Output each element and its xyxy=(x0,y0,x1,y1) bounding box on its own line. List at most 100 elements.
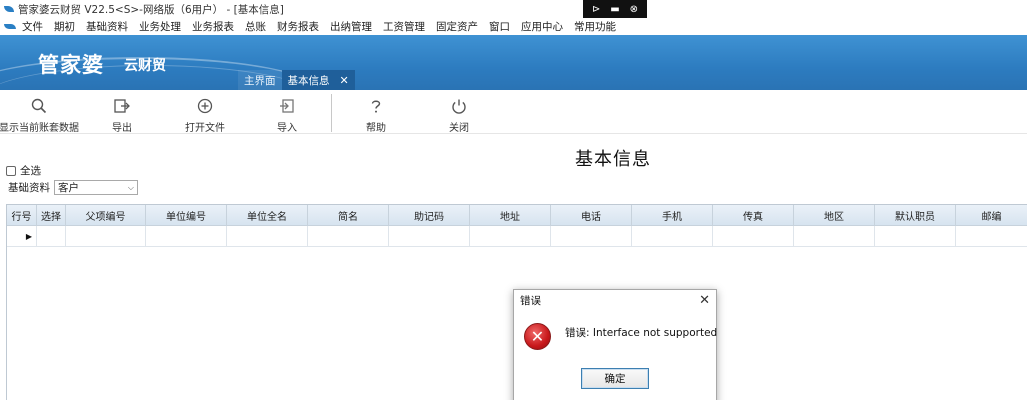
chevron-down-icon: ⌵ xyxy=(127,182,134,192)
column-header[interactable]: 简名 xyxy=(308,205,389,226)
toolbar-label: 显示当前账套数据 xyxy=(0,123,79,134)
dialog-title-bar: 错误 ✕ xyxy=(514,290,716,310)
brand-logo: 管家婆 xyxy=(38,52,104,77)
menu-logo-icon xyxy=(4,24,16,29)
export-button[interactable]: 导出 xyxy=(77,96,167,134)
column-header[interactable]: 地址 xyxy=(470,205,551,226)
menu-bar: 文件 期初 基础资料 业务处理 业务报表 总账 财务报表 出纳管理 工资管理 固… xyxy=(0,18,1027,35)
menu-item-business[interactable]: 业务处理 xyxy=(139,19,181,34)
close-icon[interactable]: ⊗ xyxy=(630,4,638,15)
toolbar-label: 导入 xyxy=(277,123,297,134)
menu-item-app-center[interactable]: 应用中心 xyxy=(521,19,563,34)
import-button[interactable]: 导入 xyxy=(242,96,332,134)
basic-data-select[interactable]: 客户 ⌵ xyxy=(54,180,138,195)
grid-cell[interactable] xyxy=(794,226,875,247)
select-all[interactable]: 全选 xyxy=(6,163,41,178)
import-icon xyxy=(278,96,296,116)
tab-close-icon[interactable]: ✕ xyxy=(340,74,349,87)
grid-cell[interactable] xyxy=(389,226,470,247)
column-header[interactable]: 手机 xyxy=(632,205,713,226)
show-current-data-button[interactable]: 显示当前账套数据 xyxy=(0,96,84,134)
select-all-checkbox[interactable] xyxy=(6,165,16,176)
menu-item-ledger[interactable]: 总账 xyxy=(245,19,266,34)
help-button[interactable]: 帮助 xyxy=(331,96,421,134)
power-icon xyxy=(450,96,468,116)
select-all-label: 全选 xyxy=(20,165,41,177)
toolbar-separator xyxy=(331,94,332,132)
grid-cell[interactable] xyxy=(956,226,1027,247)
help-icon xyxy=(367,96,385,116)
window-title: 管家婆云财贸 V22.5<S>-网络版（6用户） - [基本信息] xyxy=(18,3,284,16)
column-header[interactable]: 行号 xyxy=(7,205,37,226)
grid-cell[interactable] xyxy=(146,226,227,247)
window-icon[interactable]: ▬ xyxy=(610,4,619,15)
pin-icon[interactable]: ⊳ xyxy=(592,4,600,15)
grid-cell[interactable] xyxy=(66,226,146,247)
grid-cell[interactable] xyxy=(875,226,956,247)
basic-data-filter: 基础资料 客户 ⌵ xyxy=(8,180,138,195)
error-icon: ✕ xyxy=(524,323,551,350)
app-window: 管家婆云财贸 V22.5<S>-网络版（6用户） - [基本信息] ⊳ ▬ ⊗ … xyxy=(0,0,1027,400)
tab-label: 主界面 xyxy=(244,74,276,87)
grid-cell[interactable] xyxy=(308,226,389,247)
menu-item-cashier[interactable]: 出纳管理 xyxy=(330,19,372,34)
toolbar: 显示当前账套数据 导出 打开文件 导入 帮助 关闭 xyxy=(0,90,1027,134)
grid-cell[interactable] xyxy=(713,226,794,247)
dialog-message: 错误: Interface not supported xyxy=(565,327,718,339)
banner: 管家婆 云财贸 xyxy=(0,35,1027,90)
open-file-button[interactable]: 打开文件 xyxy=(160,96,250,134)
close-button[interactable]: 关闭 xyxy=(414,96,504,134)
page-title: 基本信息 xyxy=(575,149,651,170)
column-header[interactable]: 邮编 xyxy=(956,205,1027,226)
menu-item-business-report[interactable]: 业务报表 xyxy=(192,19,234,34)
menu-item-basic-data[interactable]: 基础资料 xyxy=(86,19,128,34)
brand-logo-sub: 云财贸 xyxy=(124,58,166,74)
basic-data-label: 基础资料 xyxy=(8,182,50,194)
dialog-close-icon[interactable]: ✕ xyxy=(699,294,710,307)
column-header[interactable]: 选择 xyxy=(37,205,66,226)
toolbar-label: 帮助 xyxy=(366,123,386,134)
grid-header-row: 行号 选择 父项编号 单位编号 单位全名 简名 助记码 地址 电话 手机 传真 … xyxy=(7,205,1027,226)
column-header[interactable]: 单位全名 xyxy=(227,205,308,226)
menu-item-file[interactable]: 文件 xyxy=(22,19,43,34)
column-header[interactable]: 电话 xyxy=(551,205,632,226)
column-header[interactable]: 默认职员 xyxy=(875,205,956,226)
export-icon xyxy=(113,96,131,116)
title-bar: 管家婆云财贸 V22.5<S>-网络版（6用户） - [基本信息] xyxy=(0,0,1027,18)
column-header[interactable]: 父项编号 xyxy=(66,205,146,226)
dialog-body: ✕ 错误: Interface not supported 确定 xyxy=(514,310,718,400)
error-dialog: 错误 ✕ ✕ 错误: Interface not supported 确定 xyxy=(513,289,717,400)
column-header[interactable]: 地区 xyxy=(794,205,875,226)
grid-cell[interactable] xyxy=(37,226,66,247)
app-logo-icon xyxy=(4,6,14,12)
column-header[interactable]: 助记码 xyxy=(389,205,470,226)
toolbar-label: 导出 xyxy=(112,123,132,134)
menu-item-opening[interactable]: 期初 xyxy=(54,19,75,34)
tab-label: 基本信息 xyxy=(287,74,330,87)
menu-item-fixed-assets[interactable]: 固定资产 xyxy=(436,19,478,34)
column-header[interactable]: 单位编号 xyxy=(146,205,227,226)
column-header[interactable]: 传真 xyxy=(713,205,794,226)
grid-cell[interactable] xyxy=(470,226,551,247)
remote-control-bar: ⊳ ▬ ⊗ xyxy=(583,0,647,19)
toolbar-label: 打开文件 xyxy=(185,123,225,134)
menu-item-payroll[interactable]: 工资管理 xyxy=(383,19,425,34)
grid-cell[interactable] xyxy=(551,226,632,247)
tab-home[interactable]: 主界面 xyxy=(238,70,282,90)
search-icon xyxy=(30,96,48,116)
error-icon-glyph: ✕ xyxy=(530,326,545,346)
menu-item-common[interactable]: 常用功能 xyxy=(574,19,616,34)
toolbar-label: 关闭 xyxy=(449,123,469,134)
grid-cell[interactable] xyxy=(227,226,308,247)
tab-basic-info[interactable]: 基本信息 ✕ xyxy=(281,70,355,90)
table-row[interactable]: ▶ xyxy=(7,226,1027,247)
ok-button[interactable]: 确定 xyxy=(581,368,649,389)
tab-strip: 主界面 基本信息 ✕ xyxy=(238,70,355,90)
menu-item-finance-report[interactable]: 财务报表 xyxy=(277,19,319,34)
basic-data-value: 客户 xyxy=(58,182,79,194)
add-circle-icon xyxy=(196,96,214,116)
row-selector-icon[interactable]: ▶ xyxy=(7,226,37,247)
grid-cell[interactable] xyxy=(632,226,713,247)
menu-item-window[interactable]: 窗口 xyxy=(489,19,510,34)
dialog-title: 错误 xyxy=(520,294,541,307)
